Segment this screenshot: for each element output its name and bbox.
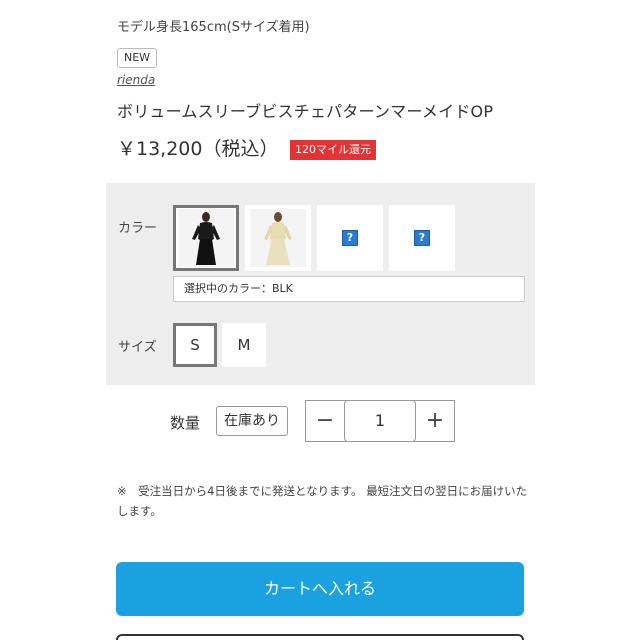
dress-photo-black [178,209,234,267]
product-title: ボリュームスリーブビスチェパターンマーメイドOP [117,102,494,121]
broken-image-icon: ? [414,230,430,246]
brand-link[interactable]: rienda [117,73,155,87]
new-badge: NEW [117,48,158,68]
model-height-note: モデル身長165cm(Sサイズ着用) [117,20,310,35]
selected-color-display: 選択中のカラー：BLK [173,276,525,302]
color-swatch-black[interactable] [173,205,239,271]
color-swatch-4[interactable]: ? [389,205,455,271]
mile-reward-badge: 120マイル還元 [290,140,376,160]
add-to-cart-button[interactable]: カートへ入れる [116,562,524,616]
quantity-label: 数量 [170,414,201,432]
shipping-note: ※ 受注当日から4日後までに発送となります。 最短注文日の翌日にお届けいたします… [117,484,528,518]
color-swatch-3[interactable]: ? [317,205,383,271]
product-price: ￥13,200（税込） [117,138,279,160]
color-label: カラー [118,221,158,236]
size-option-m[interactable]: M [222,323,266,367]
quantity-decrease-button[interactable]: − [306,401,344,441]
secondary-action-button[interactable] [116,634,524,640]
size-label: サイズ [118,340,157,355]
size-option-s[interactable]: S [173,323,217,367]
broken-image-icon: ? [342,230,358,246]
variant-selector-panel: カラー ? ? 選択中のカラー：BLK サイズ S M [106,183,535,385]
quantity-stepper: − 1 + [305,400,455,442]
dress-photo-beige [250,209,306,267]
quantity-increase-button[interactable]: + [416,401,454,441]
color-swatch-beige[interactable] [245,205,311,271]
stock-status-badge: 在庫あり [216,406,288,436]
quantity-input[interactable]: 1 [344,400,416,442]
